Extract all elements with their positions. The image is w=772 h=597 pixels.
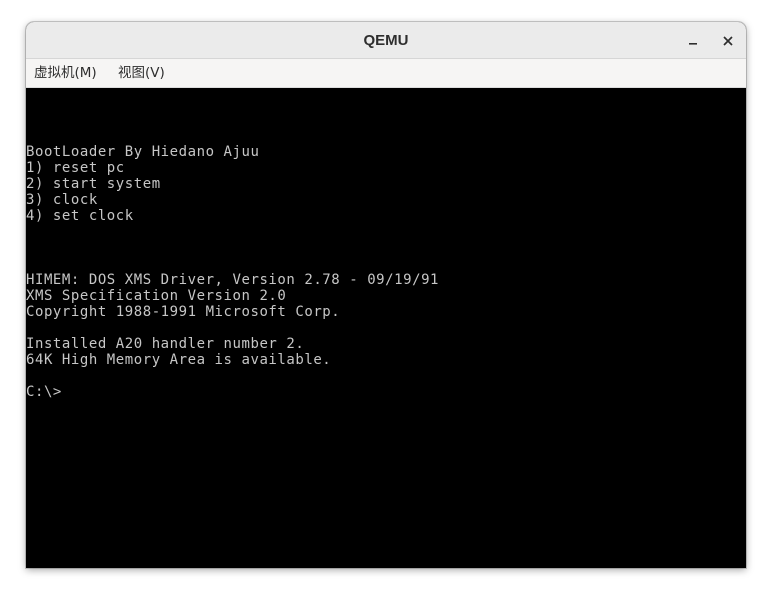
minimize-icon: [689, 43, 697, 45]
menu-bar: 虚拟机(M) 视图(V): [26, 59, 746, 88]
console-prompt[interactable]: C:\>: [26, 384, 439, 400]
vm-display[interactable]: BootLoader By Hiedano Ajuu 1) reset pc 2…: [26, 88, 746, 568]
console-line-blank: [26, 224, 439, 240]
console-line-himem: HIMEM: DOS XMS Driver, Version 2.78 - 09…: [26, 272, 440, 288]
menu-view[interactable]: 视图(V): [118, 59, 165, 87]
console-line-blank: [26, 240, 439, 256]
console-line-a20: Installed A20 handler number 2.: [26, 336, 305, 352]
console-line-copyright: Copyright 1988-1991 Microsoft Corp.: [26, 304, 341, 320]
console-line-blank: [26, 320, 439, 336]
console-line-bootloader-title: BootLoader By Hiedano Ajuu: [26, 144, 260, 160]
menu-machine[interactable]: 虚拟机(M): [34, 59, 97, 87]
console-line-menu-set-clock: 4) set clock: [26, 208, 134, 224]
console-output: BootLoader By Hiedano Ajuu 1) reset pc 2…: [26, 144, 439, 400]
window-title: QEMU: [363, 32, 409, 49]
close-button[interactable]: [717, 30, 739, 52]
console-line-blank: [26, 256, 439, 272]
console-line-menu-clock: 3) clock: [26, 192, 98, 208]
title-bar[interactable]: QEMU: [26, 22, 746, 59]
qemu-window: QEMU 虚拟机(M) 视图(V) BootLoader By Hiedano …: [26, 22, 746, 568]
console-line-blank: [26, 368, 439, 384]
console-line-hma: 64K High Memory Area is available.: [26, 352, 332, 368]
console-line-xms-spec: XMS Specification Version 2.0: [26, 288, 287, 304]
close-icon: [723, 36, 733, 46]
console-line-menu-start: 2) start system: [26, 176, 161, 192]
console-line-menu-reset: 1) reset pc: [26, 160, 125, 176]
minimize-button[interactable]: [682, 30, 704, 52]
